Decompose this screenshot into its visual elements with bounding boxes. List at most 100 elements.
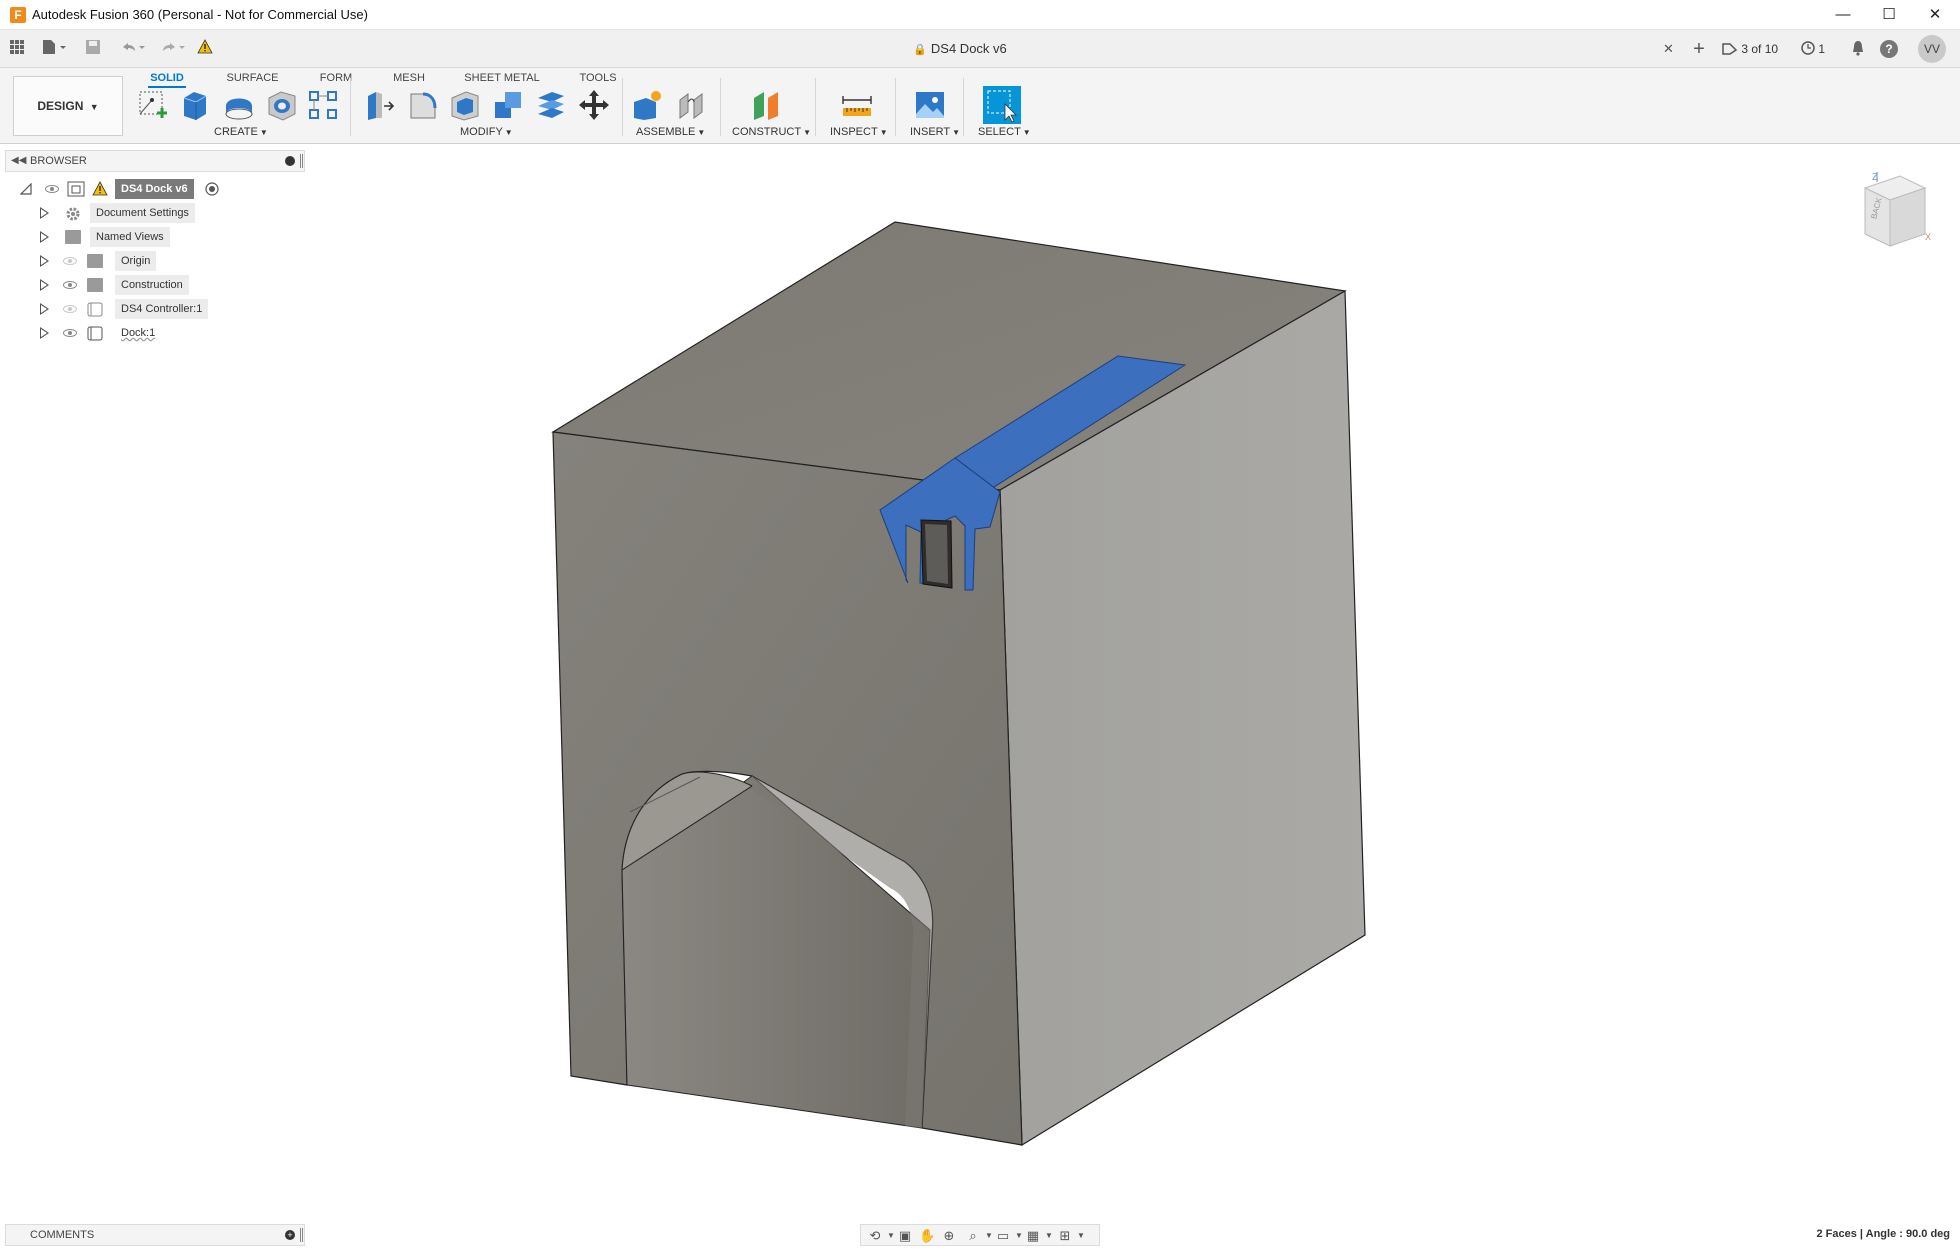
new-component-icon[interactable] [630,88,664,122]
browser-root-item[interactable]: DS4 Dock v6 [5,178,305,200]
expand-triangle-icon[interactable] [40,207,49,219]
viewports-icon[interactable]: ⊞ [1057,1228,1073,1244]
assemble-menu[interactable]: ASSEMBLE ▼ [636,126,705,138]
app-grid-icon[interactable] [8,39,26,59]
tab-mesh[interactable]: MESH [392,68,426,88]
inspect-menu[interactable]: INSPECT ▼ [830,126,888,138]
workspace-switcher[interactable]: DESIGN ▼ [13,76,123,136]
folder-icon [65,230,81,244]
browser-item-named-views[interactable]: Named Views [5,226,305,248]
save-icon[interactable] [84,39,102,59]
construct-menu-label: CONSTRUCT [732,126,802,138]
document-tab[interactable]: 🔒 DS4 Dock v6 [870,38,1050,60]
chevron-down-icon: ▼ [803,128,811,137]
visibility-eye-icon[interactable] [63,281,77,289]
notifications-icon[interactable] [1850,38,1866,60]
select-menu[interactable]: SELECT ▼ [978,126,1031,138]
create-sketch-icon[interactable] [136,88,170,122]
minimize-button[interactable]: — [1820,0,1866,30]
job-status[interactable]: 3 of 10 [1722,38,1778,60]
close-tab-button[interactable]: ✕ [1663,38,1674,60]
chevron-down-icon[interactable]: ▼ [1041,1228,1057,1244]
revolve-icon[interactable] [222,88,256,122]
browser-item-label: Construction [115,275,189,295]
expand-triangle-icon[interactable] [40,231,49,243]
view-cube[interactable]: BACK Z X [1855,168,1935,248]
help-icon[interactable]: ? [1880,40,1898,58]
zoom-icon[interactable]: ⊕ [941,1228,957,1244]
browser-panel: ◀◀ BROWSER DS4 Dock v6 Document Settings… [5,150,305,350]
toolbar-divider [895,78,896,136]
display-settings-icon[interactable]: ▭ [995,1228,1011,1244]
offset-plane-icon[interactable] [750,88,784,122]
extrude-icon[interactable] [178,88,212,122]
user-avatar[interactable]: VV [1918,35,1946,63]
insert-menu-label: INSERT [910,126,951,138]
selection-status: 2 Faces | Angle : 90.0 deg [1816,1228,1951,1240]
inspect-menu-label: INSPECT [830,126,878,138]
file-menu-icon[interactable] [40,39,70,59]
toolbar-divider [720,78,721,136]
add-comment-icon[interactable]: + [285,1230,295,1240]
create-menu[interactable]: CREATE ▼ [214,126,268,138]
zoom-window-icon[interactable]: ⌕ [965,1228,981,1244]
browser-item-ds4-controller[interactable]: DS4 Controller:1 [5,298,305,320]
insert-image-icon[interactable] [913,88,947,122]
expand-triangle-icon[interactable] [40,279,49,291]
toolbar-divider [350,78,351,136]
expand-triangle-icon[interactable] [40,303,49,315]
move-icon[interactable] [577,88,611,122]
orbit-icon[interactable]: ⟲ [867,1228,883,1244]
activate-radio-icon[interactable] [205,182,219,196]
new-tab-button[interactable]: + [1688,38,1710,60]
tab-solid[interactable]: SOLID [148,68,186,88]
fillet-icon[interactable] [405,88,439,122]
visibility-eye-icon[interactable] [63,257,77,265]
maximize-button[interactable]: ☐ [1866,0,1912,30]
browser-item-origin[interactable]: Origin [5,250,305,272]
browser-item-dock[interactable]: Dock:1 [5,322,305,344]
tab-surface[interactable]: SURFACE [225,68,280,88]
chevron-down-icon[interactable]: ▼ [1073,1228,1089,1244]
warning-icon[interactable] [196,39,214,59]
ribbon-toolbar: DESIGN ▼ SOLID SURFACE FORM MESH SHEET M… [0,68,1960,144]
collapse-panel-icon[interactable]: ◀◀ [11,151,26,171]
pattern-icon[interactable] [306,88,340,122]
tab-tools[interactable]: TOOLS [576,68,620,88]
expand-triangle-icon[interactable] [40,255,49,267]
visibility-eye-icon[interactable] [63,329,77,337]
tab-sheet-metal[interactable]: SHEET METAL [462,68,542,88]
select-icon[interactable] [983,86,1021,124]
modify-menu[interactable]: MODIFY ▼ [460,126,513,138]
chevron-down-icon: ▼ [1022,128,1031,137]
construct-menu[interactable]: CONSTRUCT ▼ [732,126,811,138]
redo-icon[interactable] [158,39,188,59]
shell-icon[interactable] [448,88,482,122]
browser-item-document-settings[interactable]: Document Settings [5,202,305,224]
minimize-panel-icon[interactable] [285,156,295,166]
grid-settings-icon[interactable]: ▦ [1025,1228,1041,1244]
offset-face-icon[interactable] [534,88,568,122]
combine-icon[interactable] [491,88,525,122]
undo-icon[interactable] [118,39,148,59]
hole-icon[interactable] [265,88,299,122]
press-pull-icon[interactable] [362,88,396,122]
close-window-button[interactable]: ✕ [1912,0,1958,30]
recovery-clock[interactable]: 1 [1801,38,1825,60]
visibility-eye-icon[interactable] [63,305,77,313]
look-at-icon[interactable]: ▣ [897,1228,913,1244]
insert-menu[interactable]: INSERT ▼ [910,126,960,138]
title-bar: F Autodesk Fusion 360 (Personal - Not fo… [0,0,1960,30]
expand-triangle-icon[interactable] [40,327,49,339]
collapse-triangle-icon[interactable] [20,183,32,195]
pan-hand-icon[interactable]: ✋ [919,1228,935,1244]
pin-panel-icon[interactable] [300,1228,303,1242]
canvas-viewport[interactable] [305,144,1960,1224]
visibility-eye-icon[interactable] [45,185,59,193]
joint-icon[interactable] [674,88,708,122]
create-menu-label: CREATE [214,126,258,138]
pin-panel-icon[interactable] [300,154,303,168]
browser-item-construction[interactable]: Construction [5,274,305,296]
measure-icon[interactable] [840,88,874,122]
slot-inner-wall [925,524,948,584]
